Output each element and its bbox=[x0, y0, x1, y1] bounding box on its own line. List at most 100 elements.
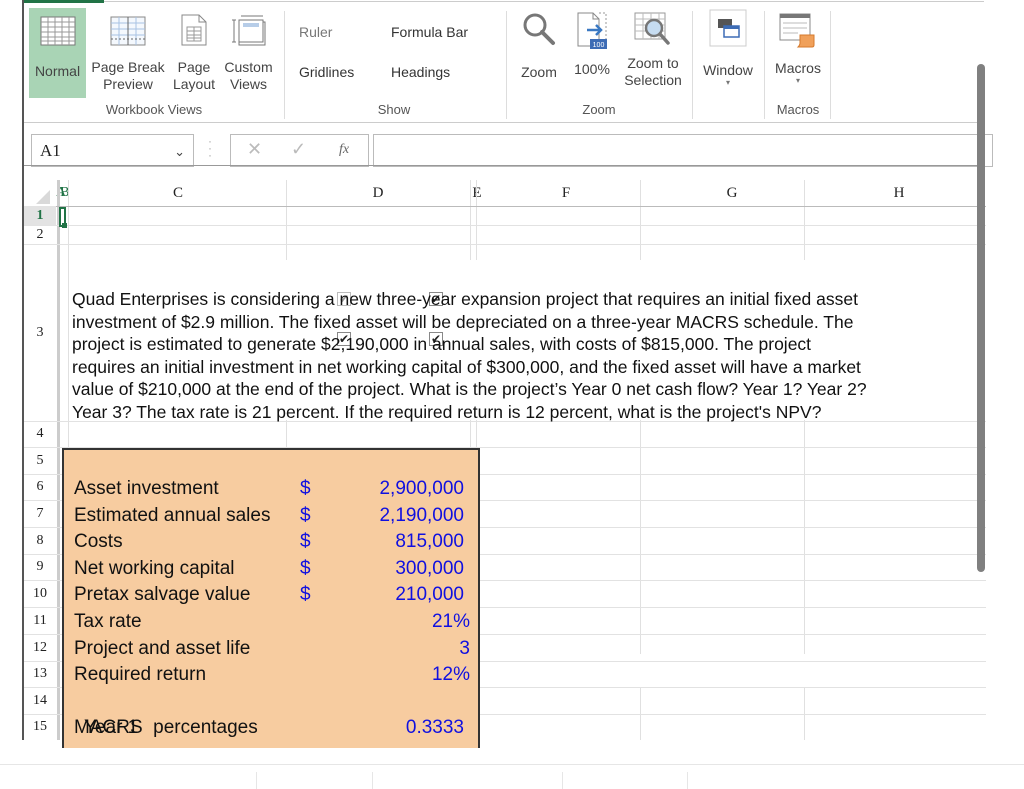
macros-button[interactable]: Macros ▾ bbox=[769, 8, 827, 98]
input-label: Project and asset life bbox=[74, 637, 251, 659]
gridline bbox=[804, 420, 805, 654]
name-box[interactable]: A1 ⌄ bbox=[31, 134, 194, 167]
magnifier-icon bbox=[523, 13, 555, 45]
row-header-8[interactable]: 8 bbox=[24, 527, 56, 554]
input-value: 0.3333 bbox=[405, 717, 464, 738]
workbook-views-group-label: Workbook Views bbox=[105, 102, 203, 117]
vertical-scrollbar[interactable] bbox=[977, 64, 985, 572]
page-break-preview-button[interactable]: Page Break Preview bbox=[88, 8, 168, 98]
input-label: Pretax salvage value bbox=[74, 584, 251, 605]
sheet-bottom-divider bbox=[0, 764, 1024, 765]
row-header-1[interactable]: 1 bbox=[24, 207, 56, 225]
column-header-g[interactable]: G bbox=[648, 180, 816, 206]
inputs-table: Asset investment $ 2,900,000 Estimated a… bbox=[62, 448, 480, 748]
zoom-button[interactable]: Zoom bbox=[514, 8, 564, 98]
headings-checkbox[interactable]: ✔ Headings bbox=[391, 64, 450, 346]
insert-function-icon[interactable]: fx bbox=[339, 142, 349, 158]
input-value: 2,900,000 bbox=[379, 478, 464, 499]
input-row-macrs-year-1[interactable]: Year 1 0.3333 bbox=[64, 715, 478, 742]
column-header-h[interactable]: H bbox=[816, 180, 982, 206]
select-all-corner[interactable] bbox=[36, 190, 50, 204]
row-header-10[interactable]: 10 bbox=[24, 580, 56, 607]
ruler-checkbox[interactable]: ✔ Ruler bbox=[299, 24, 351, 306]
enter-icon[interactable]: ✓ bbox=[291, 139, 306, 160]
normal-view-button[interactable]: Normal bbox=[29, 8, 86, 98]
gridline bbox=[640, 420, 641, 654]
input-value: 300,000 bbox=[395, 557, 464, 579]
input-value: 12% bbox=[431, 664, 470, 685]
custom-views-button[interactable]: Custom Views bbox=[221, 8, 276, 98]
formula-bar-resize-handle[interactable]: · · · bbox=[208, 135, 212, 161]
formula-bar-label: Formula Bar bbox=[391, 24, 469, 40]
input-value: 210,000 bbox=[395, 584, 464, 605]
normal-view-icon bbox=[40, 16, 76, 46]
zoom-to-selection-button[interactable]: Zoom to Selection bbox=[618, 8, 688, 98]
row-header-2[interactable]: 2 bbox=[24, 225, 56, 244]
window-button[interactable]: Window ▾ bbox=[697, 8, 759, 98]
currency-symbol: $ bbox=[300, 531, 311, 552]
custom-views-icon bbox=[231, 15, 265, 46]
gridlines-checkbox[interactable]: ✔ Gridlines bbox=[299, 64, 354, 346]
input-row-life[interactable]: Project and asset life 3 bbox=[64, 636, 478, 663]
row-header-9[interactable]: 9 bbox=[24, 554, 56, 580]
ribbon-bottom-divider bbox=[24, 122, 984, 123]
sheet-tab-separator bbox=[687, 772, 688, 789]
column-header-c[interactable]: C bbox=[70, 180, 286, 206]
fill-handle[interactable] bbox=[62, 223, 67, 228]
input-row-annual-sales[interactable]: Estimated annual sales $ 2,190,000 bbox=[64, 503, 478, 530]
sheet-tab-separator bbox=[372, 772, 373, 789]
input-label: Tax rate bbox=[74, 611, 142, 632]
cancel-icon[interactable]: ✕ bbox=[247, 139, 262, 160]
zoom-100-label: 100% bbox=[574, 61, 610, 77]
column-header-e[interactable]: E bbox=[470, 180, 484, 206]
column-header-f[interactable]: F bbox=[484, 180, 648, 206]
gridline bbox=[804, 180, 805, 260]
macros-group-label: Macros bbox=[776, 102, 820, 117]
zoom-group-label: Zoom bbox=[582, 102, 616, 117]
row-header-12[interactable]: 12 bbox=[24, 634, 56, 661]
window-icon bbox=[709, 9, 747, 47]
spreadsheet-grid[interactable]: AB C D E F G H 1 2 3 4 5 6 7 8 9 10 11 1… bbox=[24, 180, 986, 748]
row-header-4[interactable]: 4 bbox=[24, 421, 56, 447]
input-row-salvage[interactable]: Pretax salvage value $ 210,000 bbox=[64, 582, 478, 609]
problem-statement-cell[interactable]: Quad Enterprises is considering a new th… bbox=[72, 288, 1002, 428]
page-break-preview-label-1: Page Break bbox=[91, 59, 165, 75]
page-layout-icon bbox=[181, 14, 207, 46]
name-box-value: A1 bbox=[40, 141, 61, 160]
page-break-preview-label-2: Preview bbox=[103, 76, 153, 92]
input-row-asset-investment[interactable]: Asset investment $ 2,900,000 bbox=[64, 476, 478, 503]
currency-symbol: $ bbox=[300, 504, 311, 526]
input-row-required-return[interactable]: Required return 12% bbox=[64, 662, 478, 689]
row-header-14[interactable]: 14 bbox=[24, 687, 56, 714]
formula-bar-checkbox[interactable]: ✔ Formula Bar bbox=[391, 24, 469, 306]
chevron-down-icon: ▾ bbox=[795, 76, 800, 85]
input-label: Costs bbox=[74, 531, 123, 552]
formula-input[interactable] bbox=[373, 134, 993, 167]
page-layout-button[interactable]: Page Layout bbox=[169, 8, 219, 98]
chevron-down-icon[interactable]: ⌄ bbox=[174, 144, 185, 160]
row-header-15[interactable]: 15 bbox=[24, 714, 56, 740]
input-row-tax-rate[interactable]: Tax rate 21% bbox=[64, 609, 478, 636]
chevron-down-icon: ▾ bbox=[725, 78, 730, 87]
group-separator bbox=[284, 11, 285, 119]
zoom-to-selection-label-2: Selection bbox=[624, 72, 682, 88]
sheet-tab-separator bbox=[256, 772, 257, 789]
input-label: Required return bbox=[74, 664, 207, 685]
gridline bbox=[24, 225, 986, 226]
zoom-100-button[interactable]: 100 100% bbox=[568, 8, 616, 98]
input-label: Net working capital bbox=[74, 557, 235, 579]
group-separator bbox=[506, 11, 507, 119]
input-row-macrs-header[interactable]: MACRS percentages bbox=[64, 689, 478, 738]
row-header-11[interactable]: 11 bbox=[24, 607, 56, 634]
zoom-to-selection-icon bbox=[634, 12, 670, 45]
row-header-3[interactable]: 3 bbox=[24, 244, 56, 421]
column-header-d[interactable]: D bbox=[286, 180, 470, 206]
custom-views-label-2: Views bbox=[229, 76, 268, 92]
row-header-5[interactable]: 5 bbox=[24, 447, 56, 474]
input-row-nwc[interactable]: Net working capital $ 300,000 bbox=[64, 556, 478, 583]
row-header-13[interactable]: 13 bbox=[24, 661, 56, 687]
input-row-costs[interactable]: Costs $ 815,000 bbox=[64, 529, 478, 556]
gridline bbox=[470, 180, 471, 260]
row-header-7[interactable]: 7 bbox=[24, 500, 56, 527]
row-header-6[interactable]: 6 bbox=[24, 474, 56, 500]
